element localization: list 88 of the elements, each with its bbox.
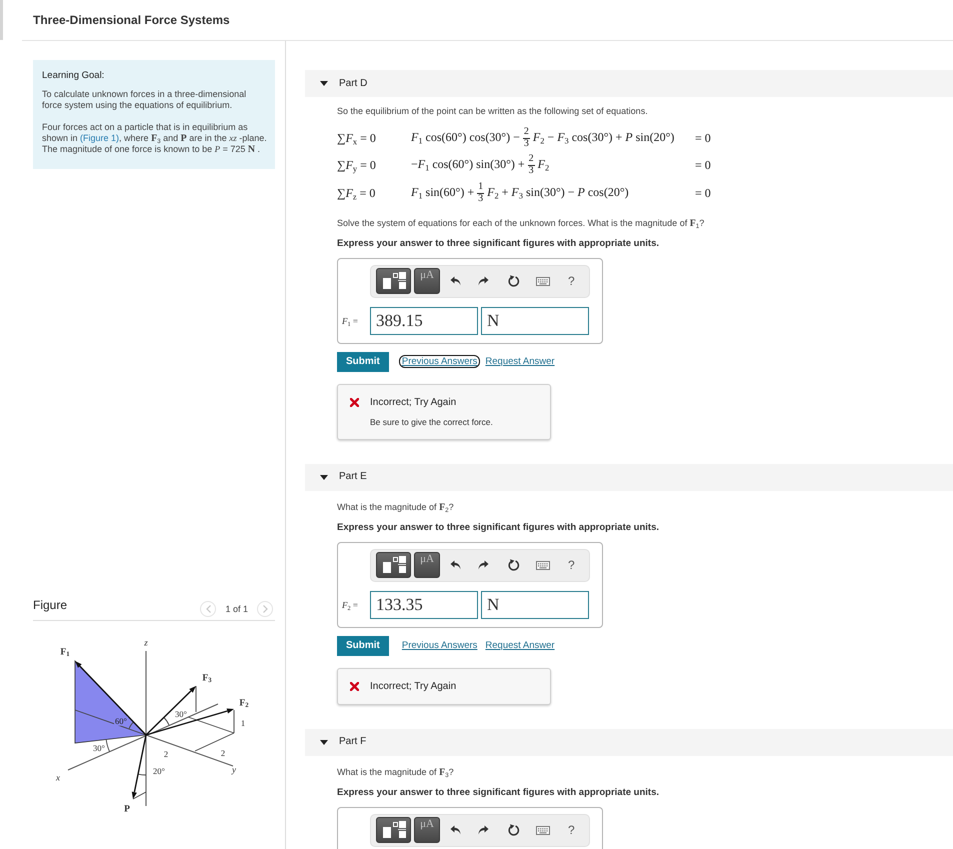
request-answer-link[interactable]: Request Answer bbox=[482, 639, 558, 652]
submit-button[interactable]: Submit bbox=[337, 636, 389, 656]
angle-arc bbox=[106, 739, 110, 752]
angle-arc bbox=[128, 722, 134, 730]
problem-statement: Four forces act on a particle that is in equilibrium as shown in (Figure 1), where F$_{3}$ and P are in the xz -plane. The magnitude of one force is known to be P = 725 N . bbox=[42, 122, 267, 155]
submit-button[interactable]: Submit bbox=[337, 352, 389, 372]
instruction-text: Express your answer to three significant figures with appropriate units. bbox=[337, 786, 660, 798]
equation-result: = 0 bbox=[695, 130, 711, 145]
template-button[interactable] bbox=[376, 552, 411, 578]
axis-label: z bbox=[144, 638, 148, 648]
reset-icon[interactable] bbox=[508, 275, 520, 287]
undo-icon[interactable] bbox=[450, 560, 461, 570]
axis-label: y bbox=[232, 766, 236, 774]
instruction-text: Express your answer to three significant figures with appropriate units. bbox=[337, 238, 660, 250]
force-label: P bbox=[124, 805, 130, 815]
force-label: F$_{3}$ bbox=[202, 674, 212, 684]
feedback-title: Incorrect; Try Again bbox=[370, 680, 458, 692]
equation-sum: ∑F$_{z}$ = 0 bbox=[337, 186, 376, 200]
goal-heading: Learning Goal: bbox=[42, 70, 106, 82]
dimension-label: 2 bbox=[164, 750, 168, 758]
intro-text: So the equilibrium of the point can be written as the following set of equations. bbox=[337, 105, 649, 117]
angle-label: 30° bbox=[93, 744, 105, 752]
axis-label: x bbox=[56, 774, 60, 782]
feedback-title: Incorrect; Try Again bbox=[370, 396, 458, 408]
part-title: Part E bbox=[339, 471, 367, 483]
figure-heading: Figure bbox=[33, 598, 68, 612]
question-text: What is the magnitude of F$_{3}$? bbox=[337, 766, 455, 778]
keyboard-icon[interactable] bbox=[536, 560, 550, 570]
undo-icon[interactable] bbox=[450, 825, 461, 835]
squares-icon bbox=[382, 821, 406, 839]
chevron-left-icon bbox=[206, 604, 211, 612]
reset-icon[interactable] bbox=[508, 559, 520, 571]
previous-answers-link[interactable]: Previous Answers bbox=[398, 355, 480, 368]
part-title: Part D bbox=[339, 78, 368, 90]
variable-label: F$_{2}$ = bbox=[341, 600, 359, 610]
help-button[interactable]: ? bbox=[568, 558, 575, 572]
part-title: Part F bbox=[339, 736, 366, 748]
equation-result: = 0 bbox=[695, 186, 711, 200]
units-button[interactable]: μA bbox=[414, 552, 440, 578]
value-field[interactable]: 389.15 bbox=[370, 306, 478, 334]
help-button[interactable]: ? bbox=[568, 823, 575, 837]
equation-sum: ∑F$_{x}$ = 0 bbox=[337, 130, 376, 145]
projection-line bbox=[132, 792, 146, 800]
request-answer-link[interactable]: Request Answer bbox=[482, 355, 558, 368]
force-label: F$_{2}$ bbox=[239, 699, 249, 709]
part-header[interactable]: Part D bbox=[305, 70, 953, 97]
figure-link[interactable]: (Figure 1) bbox=[80, 133, 120, 143]
equation-sum: ∑F$_{y}$ = 0 bbox=[337, 158, 376, 172]
chevron-right-icon bbox=[262, 604, 268, 612]
keyboard-icon[interactable] bbox=[536, 826, 550, 834]
projection-line bbox=[74, 710, 146, 736]
angle-label: 30° bbox=[175, 710, 187, 718]
squares-icon bbox=[382, 556, 406, 574]
redo-icon[interactable] bbox=[478, 276, 489, 286]
units-button[interactable]: μA bbox=[414, 817, 440, 843]
value-field[interactable]: 133.35 bbox=[370, 590, 478, 618]
keyboard-icon[interactable] bbox=[536, 276, 550, 286]
angle-arc bbox=[163, 717, 170, 726]
help-button[interactable]: ? bbox=[568, 274, 575, 288]
instruction-text: Express your answer to three significant figures with appropriate units. bbox=[337, 522, 660, 534]
goal-text: To calculate unknown forces in a three-dimensional force system using the equations of equilibrium. bbox=[42, 89, 248, 111]
squares-icon bbox=[382, 272, 406, 290]
page-indicator: 1 of 1 bbox=[225, 604, 248, 614]
dimension-label: 2 bbox=[220, 748, 226, 758]
redo-icon[interactable] bbox=[478, 825, 489, 835]
question-text: What is the magnitude of F$_{2}$? bbox=[337, 500, 455, 514]
cross-icon bbox=[350, 398, 359, 407]
units-button[interactable]: μA bbox=[414, 268, 440, 294]
angle-label: 20° bbox=[153, 766, 165, 776]
question-text: Solve the system of equations for each of the unknown forces. What is the magnitude of F$_{1}$? bbox=[337, 216, 706, 230]
equation-result: = 0 bbox=[695, 158, 711, 172]
previous-answers-link[interactable]: Previous Answers bbox=[398, 639, 480, 652]
cross-icon bbox=[350, 682, 359, 691]
undo-icon[interactable] bbox=[450, 276, 461, 286]
angle-label: 60° bbox=[114, 716, 128, 726]
unit-field[interactable]: N bbox=[481, 306, 589, 334]
redo-icon[interactable] bbox=[478, 560, 489, 570]
unit-field[interactable]: N bbox=[481, 590, 589, 618]
force-label: F$_{1}$ bbox=[60, 648, 70, 658]
template-button[interactable] bbox=[376, 817, 411, 843]
template-button[interactable] bbox=[376, 268, 411, 294]
feedback-message: Be sure to give the correct force. bbox=[370, 416, 494, 428]
part-header[interactable]: Part E bbox=[305, 464, 953, 490]
page-title: Three-Dimensional Force Systems bbox=[33, 13, 230, 27]
reset-icon[interactable] bbox=[508, 824, 520, 836]
variable-label: F$_{1}$ = bbox=[341, 316, 359, 326]
part-header[interactable]: Part F bbox=[305, 728, 953, 756]
dimension-label: 1 bbox=[240, 718, 246, 728]
